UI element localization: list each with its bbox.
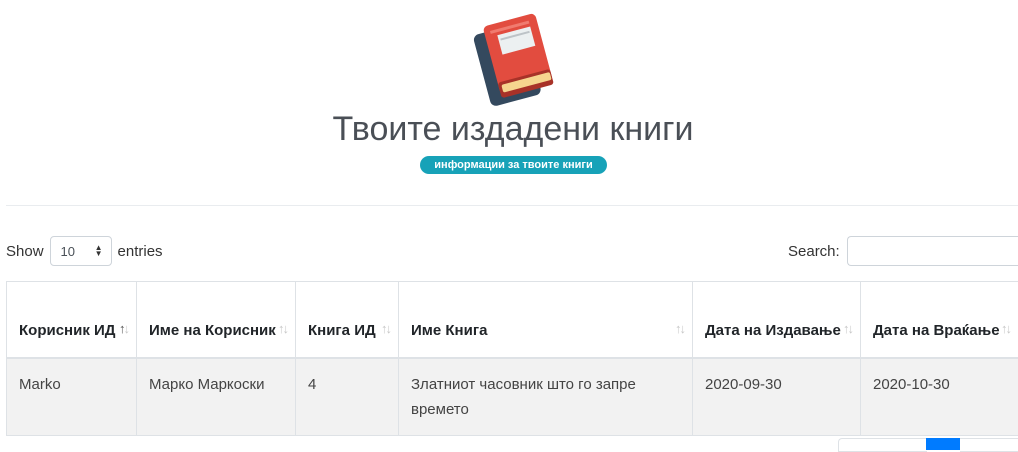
- column-header-return-date[interactable]: Дата на Враќање↑↓: [861, 282, 1018, 359]
- column-header-user-id[interactable]: Корисник ИД↑↓: [7, 282, 137, 359]
- sort-icon: ↑↓: [675, 317, 684, 341]
- table-row: Marko Марко Маркоски 4 Златниот часовник…: [7, 358, 1018, 436]
- pagination: [838, 438, 1018, 448]
- entries-label: entries: [118, 243, 163, 260]
- table-header-row: Корисник ИД↑↓ Име на Корисник↑↓ Книга ИД…: [7, 282, 1018, 359]
- divider: [6, 205, 1018, 206]
- pagination-next[interactable]: [960, 438, 1018, 452]
- entries-select[interactable]: 10 ▲▼: [50, 236, 112, 266]
- select-arrows-icon: ▲▼: [95, 245, 103, 257]
- cell-book-name: Златниот часовник што го запре времето: [399, 358, 693, 436]
- book-icon: [462, 8, 564, 110]
- info-badge: информации за твоите книги: [420, 156, 607, 174]
- sort-icon: ↑↓: [119, 317, 128, 341]
- column-header-issue-date[interactable]: Дата на Издавање↑↓: [693, 282, 861, 359]
- page-title: Твоите издадени книги: [0, 108, 1018, 150]
- search-label: Search:: [788, 243, 840, 260]
- sort-icon: ↑↓: [1001, 317, 1010, 341]
- books-table: Корисник ИД↑↓ Име на Корисник↑↓ Книга ИД…: [6, 281, 1018, 436]
- sort-icon: ↑↓: [843, 317, 852, 341]
- column-header-book-id[interactable]: Книга ИД↑↓: [296, 282, 399, 359]
- cell-return-date: 2020-10-30: [861, 358, 1018, 436]
- cell-user-id: Marko: [7, 358, 137, 436]
- cell-issue-date: 2020-09-30: [693, 358, 861, 436]
- pagination-previous[interactable]: [838, 438, 927, 452]
- column-header-book-name[interactable]: Име Книга↑↓: [399, 282, 693, 359]
- sort-icon: ↑↓: [278, 317, 287, 341]
- search-input[interactable]: [847, 236, 1018, 266]
- show-label: Show: [6, 243, 44, 260]
- cell-book-id: 4: [296, 358, 399, 436]
- sort-icon: ↑↓: [381, 317, 390, 341]
- cell-user-name: Марко Маркоски: [137, 358, 296, 436]
- pagination-page-active[interactable]: [926, 438, 960, 450]
- column-header-user-name[interactable]: Име на Корисник↑↓: [137, 282, 296, 359]
- search-control: Search:: [788, 236, 1018, 266]
- entries-select-value: 10: [61, 244, 75, 259]
- entries-length-control: Show 10 ▲▼ entries: [6, 236, 163, 266]
